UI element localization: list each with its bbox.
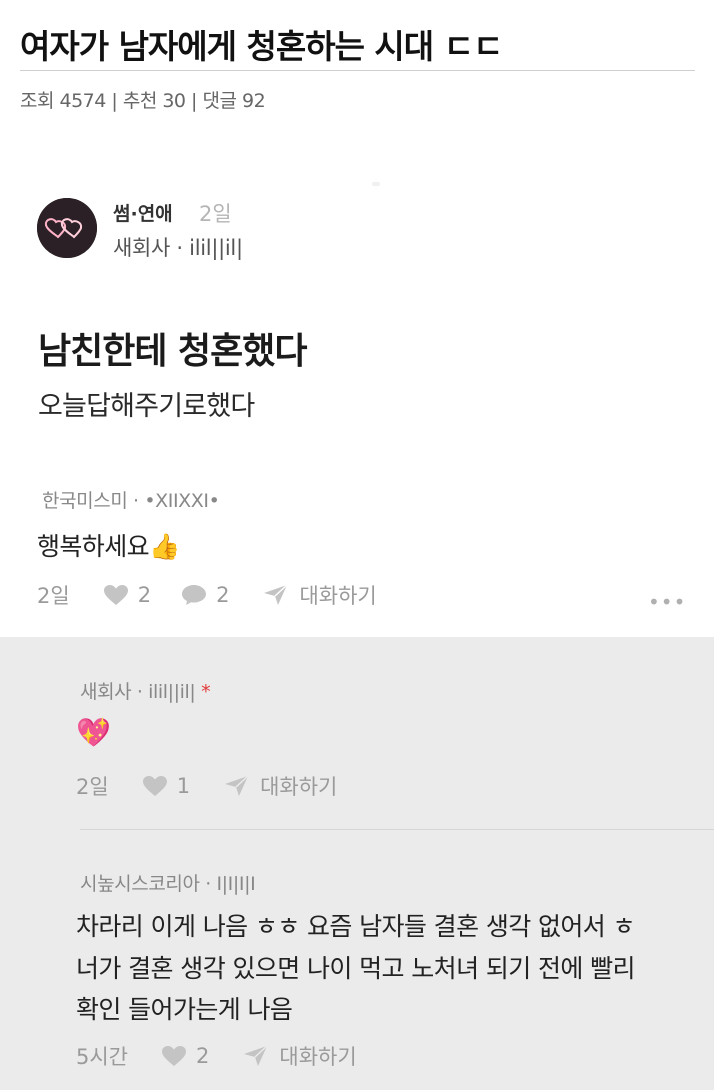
avatar[interactable] [37,198,97,258]
author-star-badge: * [201,681,211,703]
chat-button[interactable]: 대화하기 [224,771,337,801]
comment-author[interactable]: 한국미스미 · •XIIXXI• [42,486,220,513]
like-button[interactable]: 2 [161,1044,209,1068]
reply-author[interactable]: 새회사 · ilil||il| * [80,677,211,704]
more-options-icon[interactable]: ••• [648,590,686,614]
reply-age: 2일 [76,775,109,799]
decorative-dot [372,182,380,186]
page-title: 여자가 남자에게 청혼하는 시대 ㄷㄷ [20,27,503,66]
chat-button[interactable]: 대화하기 [243,1041,357,1071]
send-icon [244,1045,268,1066]
heart-icon [103,585,128,605]
like-button[interactable]: 1 [142,774,190,798]
reply-text: 💖 [76,716,111,749]
reply-text-line: 차라리 이게 나음 ㅎㅎ 요즘 남자들 결혼 생각 없어서 ㅎ [76,912,636,941]
chat-button[interactable]: 대화하기 [263,580,377,610]
like-count: 1 [176,774,191,798]
chat-label: 대화하기 [260,775,338,799]
reply-actions: 2일 1 대화하기 [76,771,337,801]
send-icon [264,584,288,605]
reply-age: 5시간 [76,1045,129,1069]
comment-text: 행복하세요👍 [37,532,180,561]
speech-bubble-icon [182,585,207,605]
reply-text-line: 너가 결혼 생각 있으면 나이 먹고 노처녀 되기 전에 빨리 [76,954,636,983]
title-divider [20,70,695,71]
like-count: 2 [137,583,152,607]
comment-actions: 2일 2 2 대화하기 [37,580,377,610]
heart-avatar-icon [37,198,97,258]
post-author[interactable]: 새회사 · ilil||il| [113,232,243,262]
chat-label: 대화하기 [279,1045,357,1069]
heart-icon [142,776,167,796]
like-button[interactable]: 2 [103,583,151,607]
post-body: 오늘답해주기로했다 [38,391,255,422]
reply-count-button[interactable]: 2 [181,583,229,607]
reply-text-line: 확인 들어가는게 나음 [76,995,293,1024]
like-count: 2 [196,1044,210,1068]
reply-author[interactable]: 시높시스코리아 · I|I|I|I [80,869,256,896]
chat-label: 대화하기 [299,584,377,608]
comment-age: 2일 [37,584,70,608]
send-icon [225,775,249,796]
heart-icon [162,1046,187,1066]
board-category[interactable]: 썸·연애 [113,199,173,226]
reply-count: 2 [216,583,230,607]
post-title: 남친한테 청혼했다 [38,331,307,372]
post-stats: 조회 4574 | 추천 30 | 댓글 92 [20,90,266,112]
reply-actions: 5시간 2 대화하기 [76,1041,357,1071]
reply-divider [80,829,714,830]
post-age: 2일 [199,202,232,226]
